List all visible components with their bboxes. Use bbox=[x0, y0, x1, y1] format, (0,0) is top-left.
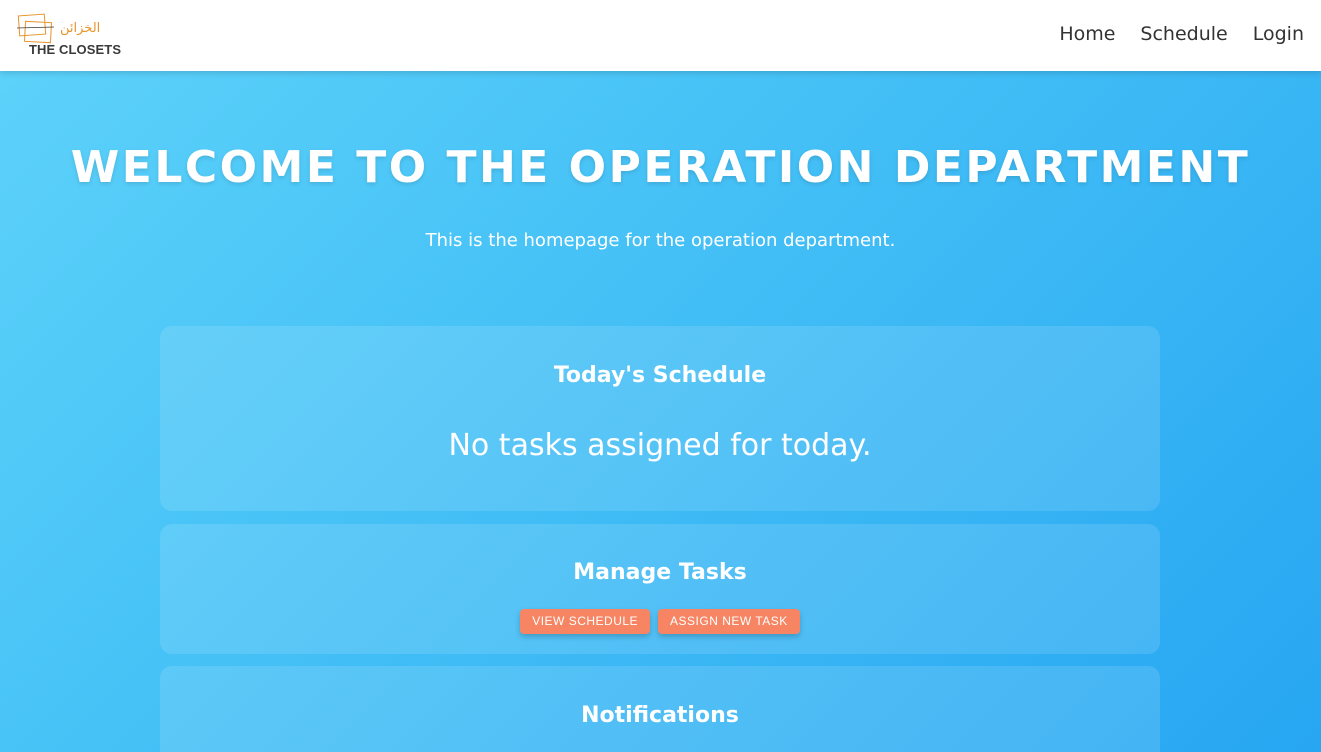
manage-tasks-title: Manage Tasks bbox=[573, 560, 747, 585]
nav-link-schedule[interactable]: Schedule bbox=[1140, 21, 1227, 47]
page-subtitle: This is the homepage for the operation d… bbox=[425, 230, 896, 251]
manage-tasks-card: Manage Tasks VIEW SCHEDULE ASSIGN NEW TA… bbox=[160, 524, 1160, 654]
page-title: WELCOME TO THE OPERATION DEPARTMENT bbox=[70, 142, 1251, 193]
logo-arabic-text: الخزائن bbox=[60, 21, 101, 36]
the-closets-logo[interactable]: الخزائن THE CLOSETS bbox=[16, 12, 122, 60]
assign-new-task-button[interactable]: ASSIGN NEW TASK bbox=[658, 609, 800, 634]
view-schedule-button[interactable]: VIEW SCHEDULE bbox=[520, 609, 651, 634]
notifications-title: Notifications bbox=[581, 703, 739, 728]
nav-link-home[interactable]: Home bbox=[1059, 21, 1115, 47]
top-navbar: الخزائن THE CLOSETS Home Schedule Login bbox=[0, 0, 1321, 71]
notifications-card: Notifications bbox=[160, 666, 1160, 752]
closet-frame-icon bbox=[16, 13, 55, 44]
todays-schedule-card: Today's Schedule No tasks assigned for t… bbox=[160, 326, 1160, 511]
schedule-card-title: Today's Schedule bbox=[553, 363, 767, 388]
nav-link-login[interactable]: Login bbox=[1253, 21, 1304, 47]
nav-links: Home Schedule Login bbox=[1059, 21, 1304, 47]
logo-text: THE CLOSETS bbox=[29, 42, 122, 57]
no-tasks-message: No tasks assigned for today. bbox=[448, 428, 872, 463]
task-buttons: VIEW SCHEDULE ASSIGN NEW TASK bbox=[160, 609, 1160, 634]
